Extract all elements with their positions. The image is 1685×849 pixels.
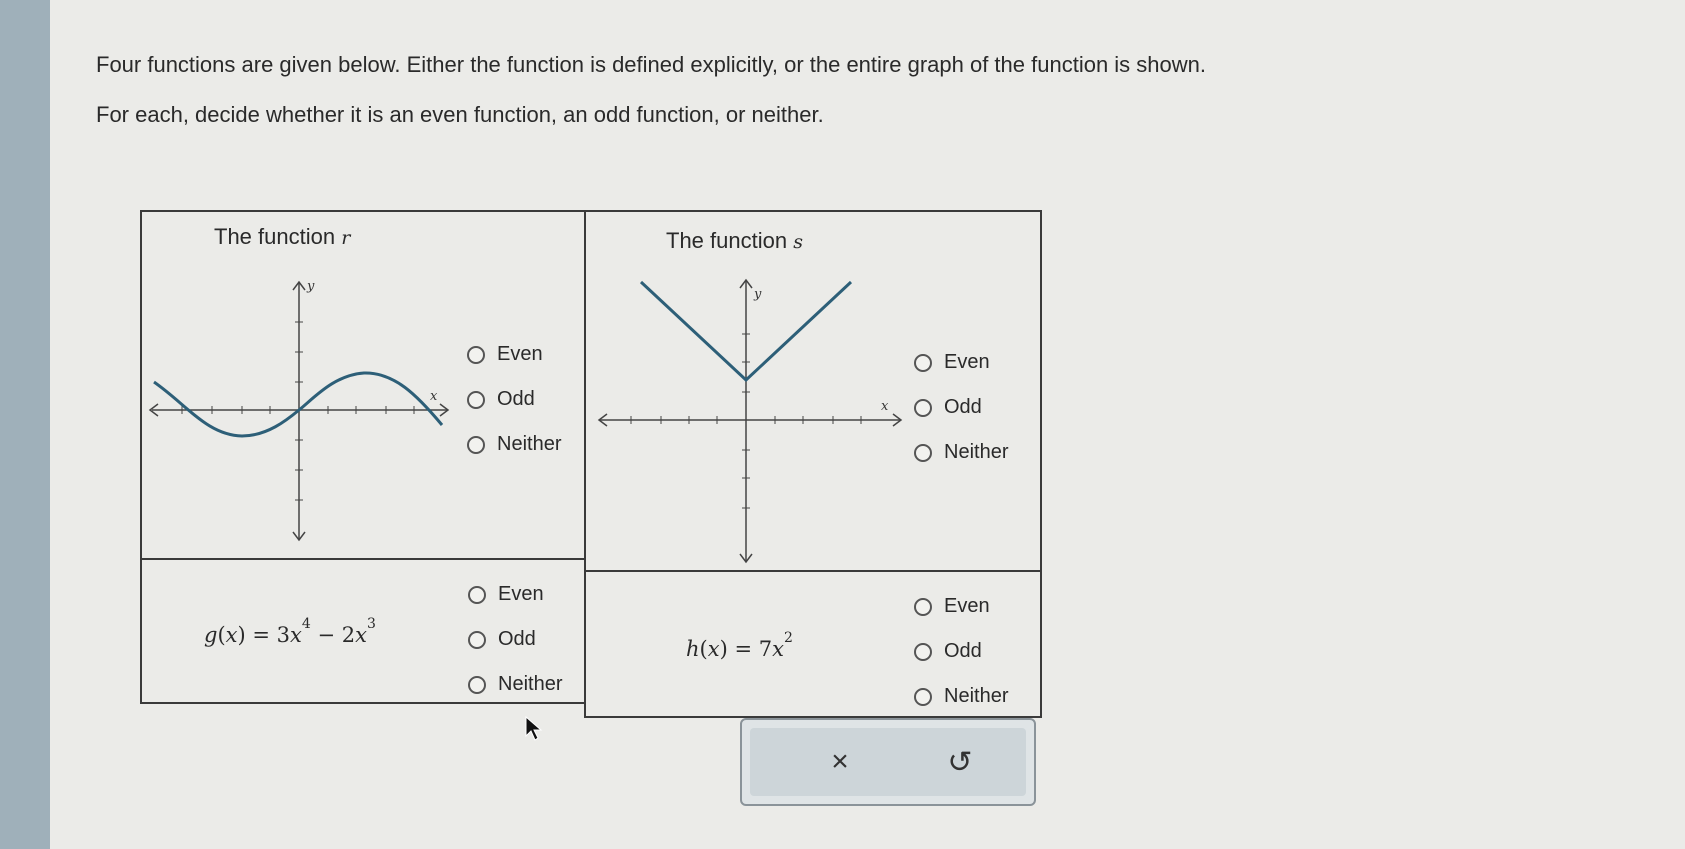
option-r-even[interactable]: Even [467,332,561,377]
cell-r-title: The function r [214,224,351,249]
radio-h-neither[interactable] [914,687,932,706]
action-bar: × ↺ [740,718,1036,806]
cell-function-h: h(x) = 7x2 Even Odd Neither [584,570,1042,718]
cell-function-s: The function s y x Even Odd Neither [584,210,1042,572]
graph-r: y x [148,279,450,542]
clear-button[interactable]: × [815,740,865,784]
instructions-line-2: For each, decide whether it is an even f… [96,102,824,127]
axis-label-x-r: x [430,389,438,404]
option-r-odd[interactable]: Odd [467,377,561,422]
option-g-even[interactable]: Even [468,572,562,617]
formula-g: g(x) = 3x4 − 2x3 [204,616,376,647]
background-strip [0,0,50,849]
option-h-neither[interactable]: Neither [914,674,1008,719]
function-name-s: s [793,231,803,253]
undo-icon: ↺ [947,745,973,779]
radio-g-neither[interactable] [468,675,486,694]
option-h-odd[interactable]: Odd [914,629,1008,674]
options-h: Even Odd Neither [914,584,1008,719]
formula-h: h(x) = 7x2 [686,630,793,661]
graph-s: y x [597,278,903,564]
radio-s-even[interactable] [914,353,932,372]
option-r-neither[interactable]: Neither [467,422,561,467]
radio-h-even[interactable] [914,597,932,616]
radio-r-neither[interactable] [467,435,485,454]
cell-s-title: The function s [666,228,803,253]
radio-r-odd[interactable] [467,390,485,409]
radio-s-neither[interactable] [914,443,932,462]
radio-h-odd[interactable] [914,642,932,661]
radio-g-even[interactable] [468,585,486,604]
option-g-neither[interactable]: Neither [468,662,562,707]
option-s-even[interactable]: Even [914,340,1008,385]
option-s-neither[interactable]: Neither [914,430,1008,475]
option-h-even[interactable]: Even [914,584,1008,629]
undo-button[interactable]: ↺ [935,740,985,784]
instructions: Four functions are given below. Either t… [96,40,1206,140]
radio-r-even[interactable] [467,345,485,364]
option-s-odd[interactable]: Odd [914,385,1008,430]
options-g: Even Odd Neither [468,572,562,707]
radio-g-odd[interactable] [468,630,486,649]
options-r: Even Odd Neither [467,332,561,467]
cell-function-r: The function r y x Even Odd Neither [140,210,586,560]
cell-function-g: g(x) = 3x4 − 2x3 Even Odd Neither [140,558,586,704]
axis-label-x-s: x [881,399,889,414]
mouse-pointer-icon [525,716,543,741]
axis-label-y-s: y [753,287,762,302]
close-icon: × [831,745,849,778]
options-s: Even Odd Neither [914,340,1008,475]
axis-label-y-r: y [306,279,315,294]
option-g-odd[interactable]: Odd [468,617,562,662]
action-bar-inner: × ↺ [750,728,1026,796]
function-name-r: r [341,227,351,249]
radio-s-odd[interactable] [914,398,932,417]
instructions-line-1: Four functions are given below. Either t… [96,52,1207,77]
